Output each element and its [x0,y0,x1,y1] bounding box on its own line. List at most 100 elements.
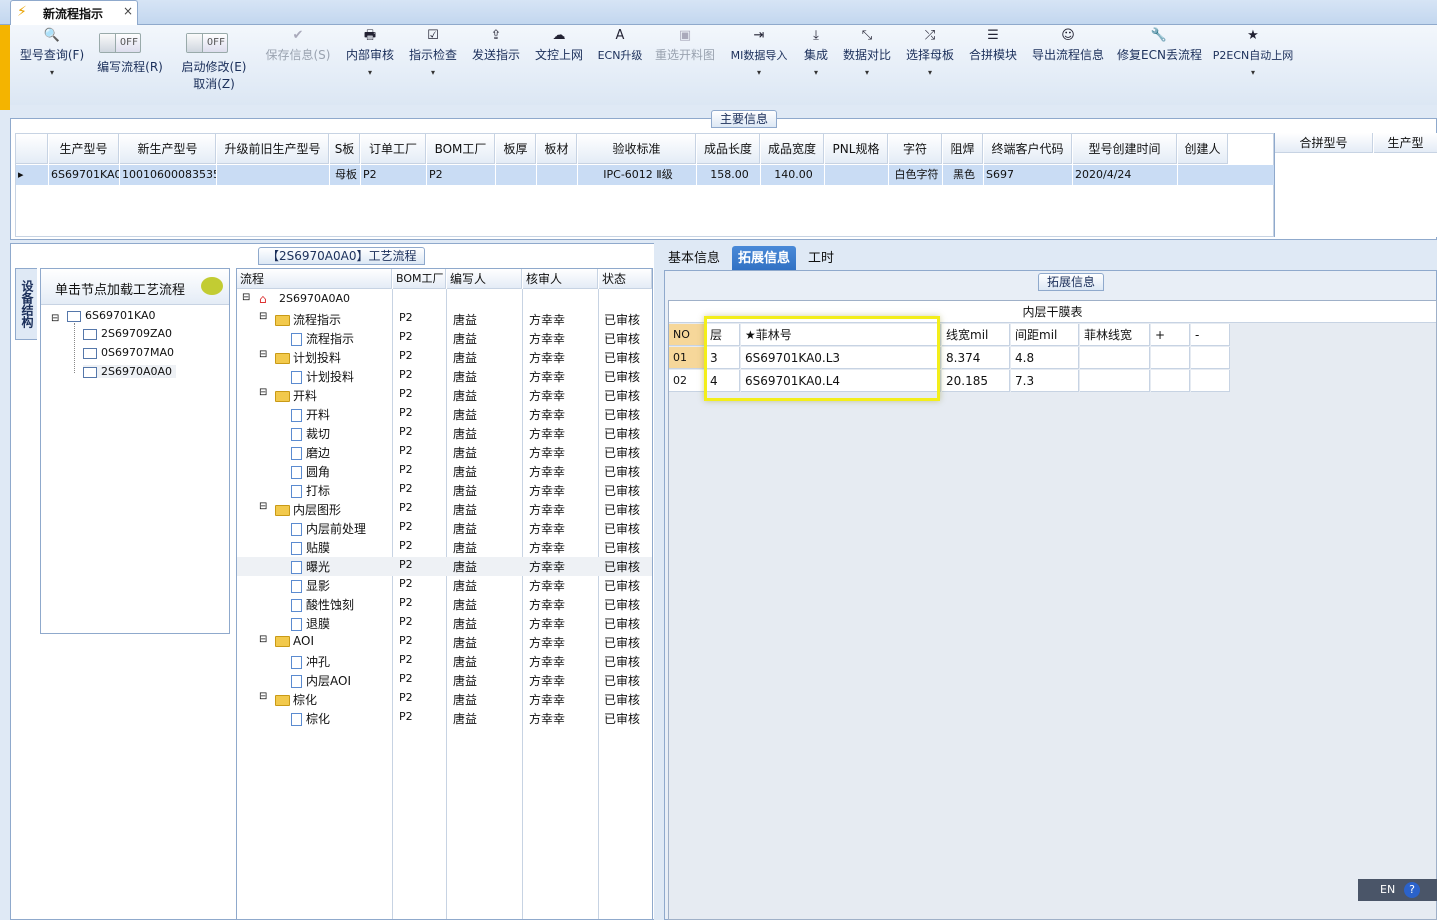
mi-data-import-button[interactable]: ⇥ MI数据导入 ▾ [726,25,792,103]
table-header[interactable]: 间距mil [1011,324,1079,346]
process-row[interactable]: 冲孔 P2 唐益 方幸幸 已审核 [237,652,652,671]
grid-cell[interactable] [537,165,577,185]
internal-review-button[interactable]: 🖶 内部审核 ▾ [344,25,396,103]
grid-cell[interactable]: 10010600083535 [120,165,216,185]
process-root-row[interactable]: ⊟ ⌂ 2S6970A0A0 [237,291,652,310]
start-modify-toggle[interactable]: OFF [186,33,228,53]
table-cell[interactable] [1080,347,1150,369]
reselect-cut-drawing-button[interactable]: ▣ 重选开料图 [653,25,717,103]
doc-online-button[interactable]: ☁ 文控上网 [533,25,585,103]
grid-cell[interactable]: P2 [361,165,426,185]
grid-cell[interactable]: 140.00 [761,165,824,185]
grid-cell[interactable] [217,165,329,185]
model-query-button[interactable]: 🔍 型号查询(F) ▾ [16,25,88,103]
tab-extended-info[interactable]: 拓展信息 [732,246,797,272]
grid-cell[interactable] [496,165,536,185]
integrate-button[interactable]: ⤓ 集成 ▾ [800,25,832,103]
process-row[interactable]: 退膜 P2 唐益 方幸幸 已审核 [237,614,652,633]
language-indicator[interactable]: EN [1380,883,1395,896]
process-row[interactable]: ⊟ 内层图形 P2 唐益 方幸幸 已审核 [237,500,652,519]
grid-cell[interactable]: 2020/4/24 [1073,165,1177,185]
grid-header[interactable]: 板材 [537,134,577,164]
grid-header[interactable]: 生产型 [1374,133,1437,153]
table-cell[interactable] [1191,370,1230,392]
tree-node[interactable]: 2S69709ZA0 [83,327,172,340]
close-tab-icon[interactable]: × [123,4,133,18]
select-motherboard-button[interactable]: ⤮ 选择母板 ▾ [904,25,956,103]
grid-header[interactable]: 合拼型号 [1275,133,1373,153]
grid-cell[interactable] [825,165,888,185]
table-cell[interactable]: 8.374 [942,347,1010,369]
tab-work-hours[interactable]: 工时 [802,246,840,272]
process-row[interactable]: 流程指示 P2 唐益 方幸幸 已审核 [237,329,652,348]
process-row[interactable]: 打标 P2 唐益 方幸幸 已审核 [237,481,652,500]
grid-header[interactable]: 新生产型号 [120,134,216,164]
grid-header[interactable]: 验收标准 [578,134,696,164]
p2ecn-auto-online-button[interactable]: ★ P2ECN自动上网 ▾ [1210,25,1296,103]
process-row[interactable]: 裁切 P2 唐益 方幸幸 已审核 [237,424,652,443]
expand-icon[interactable]: ⊟ [259,387,267,398]
table-cell[interactable] [1080,370,1150,392]
grid-cell[interactable]: IPC-6012 Ⅱ级 [578,165,696,185]
grid-header[interactable]: 创建人 [1178,134,1228,164]
grid-header[interactable]: 升级前旧生产型号 [217,134,329,164]
send-instruction-button[interactable]: ⇪ 发送指示 [470,25,522,103]
instruction-check-button[interactable]: ☑ 指示检查 ▾ [407,25,459,103]
expand-icon[interactable]: ⊟ [259,311,267,322]
comment-icon[interactable] [201,277,223,295]
process-header[interactable]: 流程 [237,269,392,289]
grid-corner[interactable] [16,134,48,164]
process-row[interactable]: 棕化 P2 唐益 方幸幸 已审核 [237,709,652,728]
grid-cell[interactable]: 158.00 [697,165,760,185]
process-row[interactable]: 计划投料 P2 唐益 方幸幸 已审核 [237,367,652,386]
table-cell[interactable] [1151,347,1190,369]
process-header[interactable]: 编写人 [447,269,522,289]
table-cell[interactable] [1191,347,1230,369]
table-cell[interactable] [1151,370,1190,392]
process-row[interactable]: ⊟ 计划投料 P2 唐益 方幸幸 已审核 [237,348,652,367]
equipment-structure-tab[interactable]: 设备结构 [15,268,37,340]
process-row[interactable]: ⊟ 棕化 P2 唐益 方幸幸 已审核 [237,690,652,709]
grid-cell[interactable]: 黑色 [943,165,983,185]
grid-cell[interactable] [1178,165,1274,185]
process-header[interactable]: 核审人 [523,269,598,289]
save-info-button[interactable]: ✔ 保存信息(S) [262,25,334,103]
grid-header[interactable]: 终端客户代码 [984,134,1072,164]
merge-module-button[interactable]: ☰ 合拼模块 [967,25,1019,103]
tree-node-selected[interactable]: 2S6970A0A0 [83,365,177,378]
grid-header[interactable]: BOM工厂 [427,134,495,164]
process-row[interactable]: 圆角 P2 唐益 方幸幸 已审核 [237,462,652,481]
process-row[interactable]: 磨边 P2 唐益 方幸幸 已审核 [237,443,652,462]
grid-header[interactable]: 生产型号 [49,134,119,164]
tab-basic-info[interactable]: 基本信息 [662,246,726,272]
grid-header[interactable]: 成品长度 [697,134,760,164]
document-tab[interactable]: ⚡ 新流程指示 × [10,0,138,26]
grid-cell[interactable]: 白色字符 [889,165,942,185]
row-number[interactable]: 01 [669,347,705,369]
expand-icon[interactable]: ⊟ [259,634,267,645]
write-flow-toggle[interactable]: OFF [99,33,141,53]
table-cell[interactable]: 20.185 [942,370,1010,392]
table-header[interactable]: NO [669,324,705,346]
table-cell[interactable]: 7.3 [1011,370,1079,392]
data-compare-button[interactable]: ⤡ 数据对比 ▾ [841,25,893,103]
grid-header[interactable]: 阻焊 [943,134,983,164]
expand-icon[interactable]: ⊟ [242,292,250,303]
grid-header[interactable]: 订单工厂 [361,134,426,164]
expand-icon[interactable]: ⊟ [259,501,267,512]
tree-node[interactable]: 6S69701KA0 [67,309,156,322]
help-icon[interactable]: ? [1404,882,1420,898]
process-row[interactable]: 内层前处理 P2 唐益 方幸幸 已审核 [237,519,652,538]
grid-header[interactable]: PNL规格 [825,134,888,164]
process-row[interactable]: 开料 P2 唐益 方幸幸 已审核 [237,405,652,424]
grid-cell[interactable]: S697 [984,165,1072,185]
row-indicator[interactable]: ▸ [16,165,48,185]
process-row[interactable]: 内层AOI P2 唐益 方幸幸 已审核 [237,671,652,690]
grid-header[interactable]: S板 [330,134,360,164]
expand-icon[interactable]: ⊟ [259,349,267,360]
process-row[interactable]: 酸性蚀刻 P2 唐益 方幸幸 已审核 [237,595,652,614]
expand-icon[interactable]: ⊟ [259,691,267,702]
grid-header[interactable]: 字符 [889,134,942,164]
process-header[interactable]: BOM工厂 [393,269,446,289]
grid-cell[interactable]: 母板 [330,165,360,185]
